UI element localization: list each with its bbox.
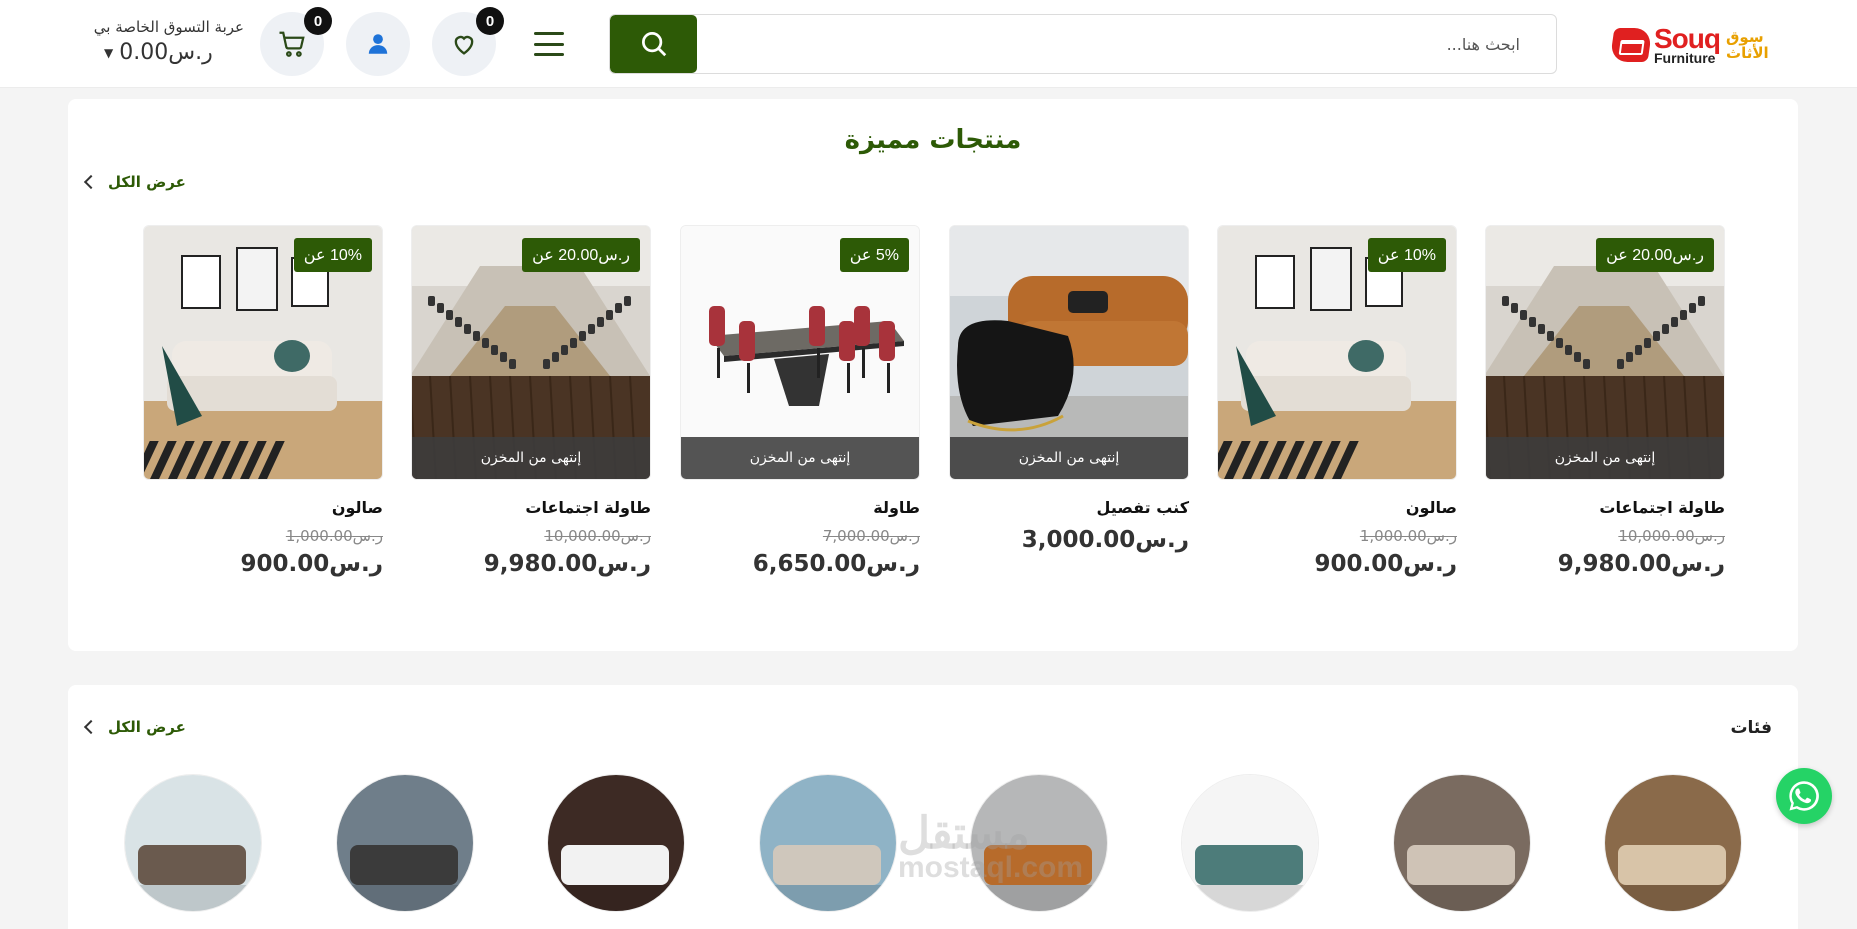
product-card[interactable]: 10% عن صالون ر.س1,000.00 ر.س900.00: [143, 225, 383, 577]
discount-badge: 10% عن: [1367, 238, 1446, 272]
product-name[interactable]: صالون: [1217, 498, 1457, 517]
logo-brand: Souq: [1654, 23, 1721, 54]
search-icon: [641, 32, 666, 57]
out-of-stock-label: إنتهى من المخزن: [1486, 437, 1724, 479]
category-bedroom[interactable]: [1604, 774, 1742, 912]
heart-icon: [454, 35, 474, 55]
category-dining[interactable]: [1393, 774, 1531, 912]
discount-badge: ر.س20.00 عن: [1596, 238, 1714, 272]
cart-count-badge: 0: [304, 7, 332, 35]
site-header: Souq Furniture سوق الأثاث 0 0 عربة التسو…: [0, 0, 1857, 88]
product-prices: ر.س10,000.00 ر.س9,980.00: [1485, 527, 1725, 577]
cart-total: ر.س0.00: [119, 40, 213, 65]
product-prices: ر.س10,000.00 ر.س9,980.00: [411, 527, 651, 577]
product-old-price: ر.س10,000.00: [544, 527, 651, 545]
logo-arabic-1: سوق: [1726, 27, 1764, 46]
search-button[interactable]: [610, 15, 697, 73]
out-of-stock-label: إنتهى من المخزن: [681, 437, 919, 479]
view-all-label: عرض الكل: [108, 718, 186, 736]
product-price: ر.س6,650.00: [752, 551, 920, 577]
cart-icon: [279, 31, 305, 57]
chevron-left-icon: [83, 719, 99, 735]
cart-button[interactable]: 0: [260, 7, 332, 76]
cart-label: عربة التسوق الخاصة بي: [93, 18, 244, 36]
product-image[interactable]: ر.س20.00 عن إنتهى من المخزن: [1485, 225, 1725, 480]
product-image[interactable]: 10% عن: [1217, 225, 1457, 480]
product-name[interactable]: طاولة اجتماعات: [411, 498, 651, 517]
product-image[interactable]: 10% عن: [143, 225, 383, 480]
categories-title: فئات: [1730, 718, 1772, 738]
category-sofa[interactable]: [1181, 774, 1319, 912]
search-input[interactable]: [697, 15, 1556, 73]
product-card[interactable]: ر.س20.00 عن إنتهى من المخزن طاولة اجتماع…: [411, 225, 651, 577]
product-name[interactable]: كنب تفصيل: [949, 498, 1189, 517]
whatsapp-chat-button[interactable]: [1776, 768, 1832, 824]
chevron-left-icon: [83, 174, 99, 190]
product-price: ر.س3,000.00: [1021, 527, 1189, 553]
view-all-label: عرض الكل: [108, 173, 186, 191]
discount-badge: 10% عن: [293, 238, 372, 272]
product-old-price: ر.س7,000.00: [822, 527, 920, 545]
out-of-stock-label: إنتهى من المخزن: [950, 437, 1188, 479]
product-card[interactable]: 5% عن إنتهى من المخزن طاولة ر.س7,000.00 …: [680, 225, 920, 577]
category-dining-blue[interactable]: [759, 774, 897, 912]
discount-badge: ر.س20.00 عن: [522, 238, 640, 272]
out-of-stock-label: إنتهى من المخزن: [412, 437, 650, 479]
logo-subtitle: Furniture: [1654, 50, 1716, 66]
user-icon: [368, 34, 388, 54]
menu-line: [534, 32, 564, 35]
watermark: مستقل mostaql.com: [898, 808, 1083, 885]
watermark-line-2: mostaql.com: [898, 851, 1084, 884]
product-card[interactable]: 10% عن صالون ر.س1,000.00 ر.س900.00: [1217, 225, 1457, 577]
section-title: منتجات مميزة: [844, 125, 1022, 155]
search-bar: [609, 14, 1557, 74]
product-image[interactable]: إنتهى من المخزن: [949, 225, 1189, 480]
product-image[interactable]: 5% عن إنتهى من المخزن: [680, 225, 920, 480]
menu-line: [534, 53, 564, 56]
categories-section: فئات عرض الكل: [68, 685, 1798, 929]
menu-line: [534, 42, 564, 46]
wishlist-count-badge: 0: [476, 7, 504, 35]
category-desk-accessories[interactable]: [547, 774, 685, 912]
product-price: ر.س900.00: [240, 551, 383, 577]
product-card[interactable]: ر.س20.00 عن إنتهى من المخزن طاولة اجتماع…: [1485, 225, 1725, 577]
product-prices: ر.س3,000.00: [949, 527, 1189, 553]
product-price: ر.س9,980.00: [1557, 551, 1725, 577]
view-all-categories-link[interactable]: عرض الكل: [83, 718, 186, 736]
hamburger-menu-button[interactable]: [530, 27, 568, 61]
category-office[interactable]: [336, 774, 474, 912]
cart-summary[interactable]: عربة التسوق الخاصة بي ر.س0.00 ▼: [93, 18, 244, 65]
product-name[interactable]: طاولة اجتماعات: [1485, 498, 1725, 517]
product-name[interactable]: طاولة: [680, 498, 920, 517]
discount-badge: 5% عن: [839, 238, 909, 272]
product-price: ر.س900.00: [1314, 551, 1457, 577]
logo-arabic-2: الأثاث: [1726, 44, 1769, 62]
product-card[interactable]: إنتهى من المخزن كنب تفصيل ر.س3,000.00: [949, 225, 1189, 553]
caret-down-icon: ▼: [104, 45, 114, 60]
account-button[interactable]: [346, 12, 410, 76]
product-image[interactable]: ر.س20.00 عن إنتهى من المخزن: [411, 225, 651, 480]
product-prices: ر.س7,000.00 ر.س6,650.00: [680, 527, 920, 577]
view-all-link[interactable]: عرض الكل: [83, 173, 186, 191]
featured-products-section: منتجات مميزة عرض الكل ر.س20.00 عن إنتهى …: [68, 99, 1798, 651]
site-logo[interactable]: Souq Furniture سوق الأثاث: [1609, 22, 1772, 68]
whatsapp-icon: [1789, 781, 1819, 811]
product-prices: ر.س1,000.00 ر.س900.00: [143, 527, 383, 577]
category-glass-desk[interactable]: [124, 774, 262, 912]
product-old-price: ر.س1,000.00: [285, 527, 383, 545]
product-old-price: ر.س10,000.00: [1618, 527, 1725, 545]
product-name[interactable]: صالون: [143, 498, 383, 517]
product-prices: ر.س1,000.00 ر.س900.00: [1217, 527, 1457, 577]
logo-sofa-icon: [1609, 28, 1653, 62]
wishlist-button[interactable]: 0: [432, 7, 504, 76]
product-price: ر.س9,980.00: [483, 551, 651, 577]
product-old-price: ر.س1,000.00: [1359, 527, 1457, 545]
